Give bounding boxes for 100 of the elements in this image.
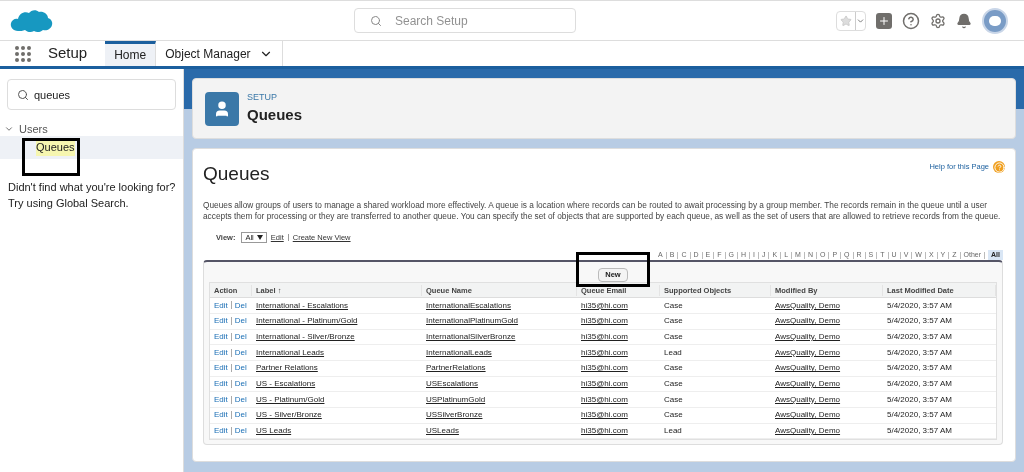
content-title: Queues <box>203 162 270 186</box>
email-link[interactable]: hi35@hi.com <box>581 300 628 310</box>
nav-tab[interactable]: Home <box>105 41 157 66</box>
action-link[interactable]: Edit <box>214 316 228 326</box>
queue-label-link[interactable]: US - Escalations <box>256 379 316 389</box>
app-launcher-icon[interactable] <box>14 44 32 63</box>
table-cell: 5/4/2020, 3:57 AM <box>887 331 952 341</box>
page-eyebrow: SETUP <box>247 90 278 104</box>
queue-name-link[interactable]: InternationalSilverBronze <box>426 331 516 341</box>
nav-tab[interactable]: Object Manager <box>156 41 283 66</box>
action-link[interactable]: Edit <box>214 363 228 373</box>
table-cell: 5/4/2020, 3:57 AM <box>887 347 952 357</box>
modified-by-link[interactable]: AwsQuality, Demo <box>775 331 841 341</box>
email-link[interactable]: hi35@hi.com <box>581 316 628 326</box>
table-cell: 5/4/2020, 3:57 AM <box>887 363 952 373</box>
table-cell: 5/4/2020, 3:57 AM <box>887 426 952 436</box>
queue-name-link[interactable]: PartnerRelations <box>426 363 486 373</box>
queue-name-link[interactable]: InternationalEscalations <box>426 300 511 310</box>
table-cell: Case <box>664 379 683 389</box>
table-cell: Case <box>664 410 683 420</box>
queue-name-link[interactable]: USSilverBronze <box>426 410 483 420</box>
action-link[interactable]: Del <box>234 426 247 436</box>
queue-label-link[interactable]: US Leads <box>256 426 292 436</box>
modified-by-link[interactable]: AwsQuality, Demo <box>775 379 841 389</box>
table-cell: 5/4/2020, 3:57 AM <box>887 316 952 326</box>
table-cell: 5/4/2020, 3:57 AM <box>887 410 952 420</box>
tree-node[interactable]: Users <box>0 122 183 136</box>
modified-by-link[interactable]: AwsQuality, Demo <box>775 410 841 420</box>
action-link[interactable]: Edit <box>214 410 228 420</box>
action-link[interactable]: Edit <box>214 394 228 404</box>
queue-label-link[interactable]: International Leads <box>256 347 325 357</box>
sidebar-search-field[interactable]: queues <box>7 79 176 110</box>
star-icon <box>840 14 852 27</box>
caret-icon <box>4 124 14 134</box>
action-link[interactable]: Edit <box>214 379 228 389</box>
email-link[interactable]: hi35@hi.com <box>581 410 628 420</box>
help-icon[interactable] <box>902 11 920 30</box>
modified-by-link[interactable]: AwsQuality, Demo <box>775 316 841 326</box>
action-link[interactable]: Edit <box>214 426 228 436</box>
action-link[interactable]: Del <box>234 410 247 420</box>
table-cell: Case <box>664 394 683 404</box>
search-field[interactable]: Search Setup <box>354 8 576 34</box>
action-link[interactable]: Del <box>234 363 247 373</box>
search-icon <box>17 89 29 101</box>
table-cell: 5/4/2020, 3:57 AM <box>887 394 952 404</box>
table-cell: Lead <box>664 347 682 357</box>
action-link[interactable]: Del <box>234 331 247 341</box>
queue-name-link[interactable]: InternationalLeads <box>426 347 492 357</box>
settings-icon[interactable] <box>930 12 946 29</box>
modified-by-link[interactable]: AwsQuality, Demo <box>775 300 841 310</box>
user-icon <box>205 91 239 126</box>
description-text: Queues allow groups of users to manage a shared workload more effectively. A queue is a location where records can be routed to await processing by a group member. The records remain in the queue until a user accepts them for processing or they are transferred to another queue. You can specify the set of objects that are supported by each queue, as well as the set of users that are allowed to retrieve records from the queue. <box>203 199 1002 222</box>
table-cell: Case <box>664 363 683 373</box>
email-link[interactable]: hi35@hi.com <box>581 347 628 357</box>
add-icon[interactable] <box>876 12 892 29</box>
tree-item[interactable]: Queues <box>0 136 183 159</box>
action-link[interactable]: Del <box>234 300 247 310</box>
queue-label-link[interactable]: Partner Relations <box>256 363 318 373</box>
table-cell: Case <box>664 331 683 341</box>
table-cell: 5/4/2020, 3:57 AM <box>887 379 952 389</box>
table-cell: Case <box>664 300 683 310</box>
avatar-icon[interactable] <box>982 7 1008 34</box>
action-link[interactable]: Del <box>234 347 247 357</box>
action-link[interactable]: Edit <box>214 331 228 341</box>
email-link[interactable]: hi35@hi.com <box>581 426 628 436</box>
queue-label-link[interactable]: US - Silver/Bronze <box>256 410 322 420</box>
queue-name-link[interactable]: USEscalations <box>426 379 479 389</box>
action-link[interactable]: Del <box>234 379 247 389</box>
modified-by-link[interactable]: AwsQuality, Demo <box>775 426 841 436</box>
queue-label-link[interactable]: International - Platinum/Gold <box>256 316 358 326</box>
hint-text: Try using Global Search. <box>8 196 130 211</box>
queue-name-link[interactable]: USPlatinumGold <box>426 394 486 404</box>
caret-icon <box>855 11 865 30</box>
app-name: Setup <box>48 43 88 64</box>
tree-label: Users <box>19 121 48 137</box>
notifications-icon[interactable] <box>956 12 972 29</box>
queue-name-link[interactable]: USLeads <box>426 426 459 436</box>
queue-label-link[interactable]: International - Escalations <box>256 300 349 310</box>
caret-icon <box>256 234 263 240</box>
highlight-frame <box>22 138 80 176</box>
table-cell: Lead <box>664 426 682 436</box>
modified-by-link[interactable]: AwsQuality, Demo <box>775 394 841 404</box>
action-link[interactable]: Del <box>234 394 247 404</box>
email-link[interactable]: hi35@hi.com <box>581 331 628 341</box>
hint-text: Didn't find what you're looking for? <box>8 180 177 195</box>
action-link[interactable]: Edit <box>214 300 228 310</box>
action-link[interactable]: Del <box>234 316 247 326</box>
table-cell: Case <box>664 316 683 326</box>
modified-by-link[interactable]: AwsQuality, Demo <box>775 363 841 373</box>
email-link[interactable]: hi35@hi.com <box>581 394 628 404</box>
search-icon <box>370 14 382 27</box>
modified-by-link[interactable]: AwsQuality, Demo <box>775 347 841 357</box>
page-title: Queues <box>247 105 303 125</box>
queue-label-link[interactable]: US - Platinum/Gold <box>256 394 325 404</box>
queue-name-link[interactable]: InternationalPlatinumGold <box>426 316 519 326</box>
email-link[interactable]: hi35@hi.com <box>581 379 628 389</box>
queue-label-link[interactable]: International - Silver/Bronze <box>256 331 355 341</box>
table-cell: 5/4/2020, 3:57 AM <box>887 300 952 310</box>
email-link[interactable]: hi35@hi.com <box>581 363 628 373</box>
action-link[interactable]: Edit <box>214 347 228 357</box>
